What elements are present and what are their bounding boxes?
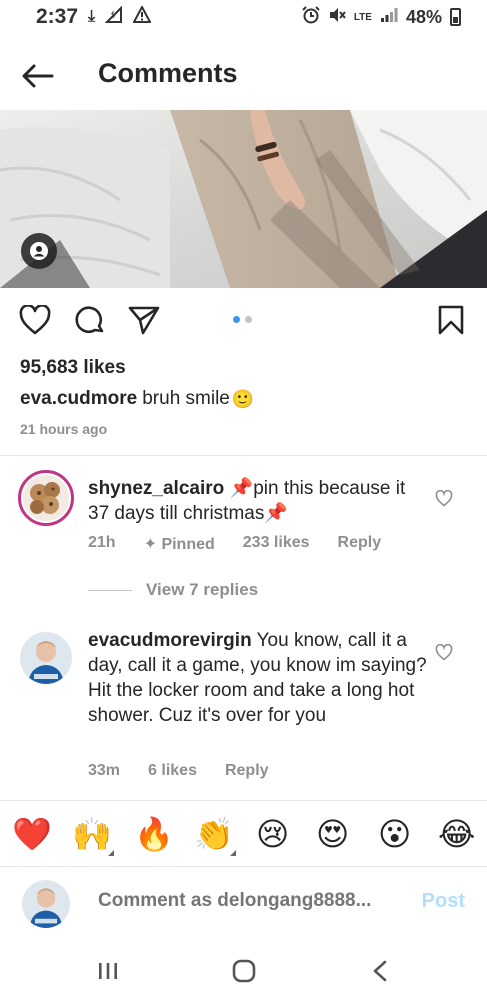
user-icon [30,242,48,260]
alarm-icon [302,5,320,29]
emoji-crying-button[interactable]: 😢 [256,812,289,856]
home-button[interactable] [224,956,264,986]
post-actions [0,302,487,342]
comment-composer: Post [0,868,487,938]
likes-count[interactable]: 95,683 likes [20,357,126,379]
view-replies-button[interactable]: View 7 replies [88,580,258,600]
download-icon: ⤓ [88,8,96,25]
comment-text: shynez_alcairo 📌pin this because it 37 d… [88,476,428,526]
emoji-heart-button[interactable]: ❤️ [12,812,52,856]
caption-username[interactable]: eva.cudmore [20,388,137,410]
comment-input[interactable] [98,890,398,912]
comment-likes[interactable]: 233 likes [243,534,310,554]
share-button[interactable] [126,302,162,338]
arrow-left-icon [22,64,54,88]
divider [0,800,487,801]
avatar [22,880,70,928]
status-time: 2:37 [36,5,79,28]
emoji-quick-reactions: ❤️ 🙌 🔥 👏 😢 😍 😮 😂 [0,812,487,860]
like-button[interactable] [17,302,53,338]
carousel-dot-active [233,316,240,323]
comment-time: 21h [88,534,116,551]
page-title: Comments [98,58,238,88]
comment-username[interactable]: shynez_alcairo [88,478,224,499]
carousel-dot [245,316,252,323]
pin-icon: ✦ [143,536,162,553]
divider [0,455,487,456]
system-back-button[interactable] [360,956,400,986]
mute-icon [328,6,346,29]
post-button[interactable]: Post [422,890,465,913]
view-replies-label: View 7 replies [146,580,259,599]
emoji-laughing-button[interactable]: 😂 [438,812,475,856]
emoji-clap-button[interactable]: 👏 [194,812,234,856]
signal-bolt-icon [104,5,123,29]
save-button[interactable] [433,302,469,338]
send-icon [128,306,160,335]
comment-like-button[interactable] [435,643,457,666]
comment-like-button[interactable] [435,489,457,512]
battery-label: 48% [405,6,442,27]
skin-tone-indicator [230,850,236,856]
battery-icon [450,8,461,26]
caption-text: bruh smile [142,388,230,409]
comment-meta: 21h ✦ Pinned 233 likes Reply [88,534,381,554]
avatar-image [22,880,70,928]
divider [0,866,487,867]
carousel-indicator [233,316,252,323]
emoji-surprised-button[interactable]: 😮 [378,812,411,856]
post-caption: eva.cudmore bruh smile 🙂 [20,388,254,410]
warning-icon [132,4,152,28]
reply-button[interactable]: Reply [225,762,269,780]
avatar[interactable] [18,470,74,526]
status-left: 2:37 ⤓ [36,4,152,29]
caption-emoji: 🙂 [231,388,255,409]
replies-line [88,589,132,591]
comment-likes[interactable]: 6 likes [148,762,197,780]
comment-username[interactable]: evacudmorevirgin [88,630,252,651]
avatar[interactable] [20,632,72,684]
comment-meta: 33m 6 likes Reply [88,762,269,780]
comment-text: evacudmorevirgin You know, call it a day… [88,628,428,728]
signal-icon [380,7,398,28]
pinned-label: ✦ Pinned [143,536,215,553]
recents-icon [99,963,117,979]
post-time: 21 hours ago [20,421,108,437]
avatar-image [23,475,69,521]
reply-button[interactable]: Reply [338,534,382,554]
chevron-left-icon [373,960,387,982]
heart-icon [19,305,51,335]
back-button[interactable] [20,58,56,94]
post-image[interactable] [0,110,487,288]
emoji-raised-hands-button[interactable]: 🙌 [72,812,112,856]
emoji-fire-button[interactable]: 🔥 [134,812,174,856]
status-bar: 2:37 ⤓ LTE 48% [0,0,487,34]
header: Comments [0,44,487,106]
system-nav-bar [0,944,487,1000]
avatar-image [20,632,72,684]
tagged-user-button[interactable] [21,233,57,269]
home-icon [232,959,256,983]
comment-button[interactable] [72,302,108,338]
skin-tone-indicator [108,850,114,856]
post-photo-illustration [0,110,487,288]
comment-icon [75,306,104,334]
comment-time: 33m [88,762,121,779]
emoji-heart-eyes-button[interactable]: 😍 [316,812,349,856]
bookmark-icon [438,305,464,335]
network-label: LTE [353,11,372,23]
heart-icon [435,489,453,507]
status-right: LTE 48% [302,5,461,29]
heart-icon [435,643,453,661]
recents-button[interactable] [88,956,128,986]
